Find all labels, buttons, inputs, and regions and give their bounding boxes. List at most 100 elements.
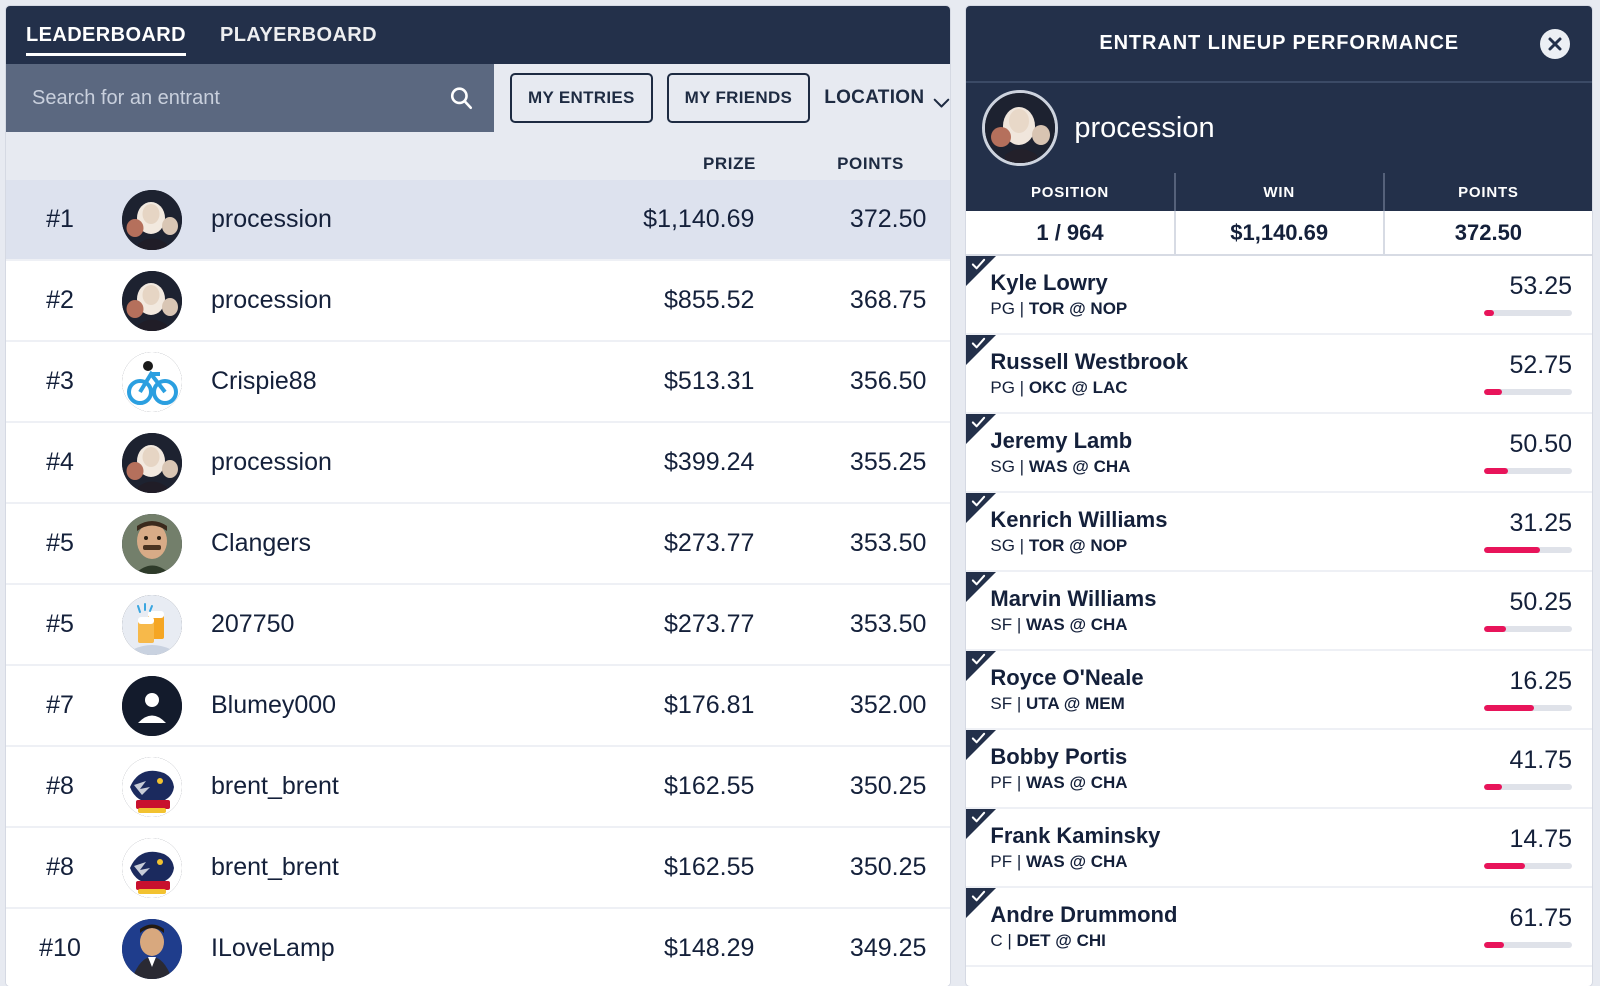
avatar-wrap [114, 270, 190, 331]
player-info: Kenrich Williams SG | TOR @ NOP [966, 507, 1392, 556]
check-icon [971, 573, 986, 588]
row-prize: $855.52 [664, 286, 755, 314]
avatar [122, 918, 182, 979]
table-row[interactable]: #5 Clangers $273.77 353.50 [6, 504, 951, 585]
table-row[interactable]: #8 brent_brent $162.55 350.25 [6, 747, 951, 828]
row-entrant-name[interactable]: brent_brent [190, 853, 540, 882]
row-entrant-name[interactable]: Crispie88 [190, 367, 540, 396]
player-matchup: TOR @ NOP [1028, 536, 1128, 556]
stat-header: POSITION [1030, 183, 1110, 201]
row-rank: #5 [46, 529, 74, 557]
table-row[interactable]: #4 procession $399.24 355.25 [6, 423, 951, 504]
row-points: 349.25 [849, 934, 927, 962]
avatar [122, 432, 182, 493]
lineup-player-row[interactable]: Russell Westbrook PG | OKC @ LAC 52.75 [966, 335, 1592, 414]
column-headers: PRIZE POINTS [6, 132, 951, 180]
my-entries-button[interactable]: MY ENTRIES [510, 73, 653, 123]
player-info: Andre Drummond C | DET @ CHI [966, 902, 1392, 951]
player-score-block: 53.25 [1392, 273, 1592, 316]
meta-separator: | [1012, 852, 1026, 872]
row-entrant-name[interactable]: brent_brent [190, 772, 540, 801]
search-filter-row: MY ENTRIES MY FRIENDS LOCATION [6, 64, 951, 132]
row-points: 350.25 [849, 772, 927, 800]
player-score-block: 41.75 [1392, 747, 1592, 790]
row-points: 355.25 [849, 448, 927, 476]
location-dropdown[interactable]: LOCATION [824, 87, 950, 109]
player-score-block: 50.50 [1392, 431, 1592, 474]
close-icon[interactable] [1540, 28, 1570, 59]
row-entrant-name[interactable]: ILoveLamp [190, 934, 540, 963]
lineup-player-row[interactable]: Frank Kaminsky PF | WAS @ CHA 14.75 [966, 809, 1592, 888]
row-entrant-name[interactable]: Blumey000 [190, 691, 540, 720]
leaderboard-panel: LEADERBOARD PLAYERBOARD MY ENTRIES MY FR… [6, 6, 951, 986]
row-prize: $162.55 [664, 853, 755, 881]
table-row[interactable]: #3 Crispie88 $513.31 356.50 [6, 342, 951, 423]
player-progress-fill [1484, 704, 1535, 711]
lineup-player-row[interactable]: Andre Drummond C | DET @ CHI 61.75 [966, 888, 1592, 967]
row-prize: $399.24 [664, 448, 755, 476]
check-icon [971, 494, 986, 509]
table-row[interactable]: #2 procession $855.52 368.75 [6, 261, 951, 342]
avatar-wrap [114, 918, 190, 979]
lineup-player-row[interactable]: Jeremy Lamb SG | WAS @ CHA 50.50 [966, 414, 1592, 493]
filter-buttons: MY ENTRIES MY FRIENDS LOCATION [494, 64, 950, 132]
player-matchup: WAS @ CHA [1028, 457, 1131, 477]
check-icon [971, 336, 986, 351]
player-name: Frank Kaminsky [990, 822, 1161, 848]
stat-value: $1,140.69 [1173, 211, 1383, 254]
avatar-wrap [114, 432, 190, 493]
player-position: C [990, 931, 1003, 951]
lineup-player-row[interactable]: Kyle Lowry PG | TOR @ NOP 53.25 [966, 256, 1592, 335]
leaderboard-rows: #1 procession $1,140.69 372.50 #2 procession $… [6, 180, 951, 986]
row-entrant-name[interactable]: procession [190, 448, 540, 477]
tab-bar: LEADERBOARD PLAYERBOARD [6, 6, 951, 64]
row-rank: #2 [46, 286, 74, 314]
player-score: 61.75 [1509, 903, 1572, 932]
stat-headers: POSITION WIN POINTS [966, 173, 1592, 211]
player-matchup: TOR @ NOP [1028, 299, 1128, 319]
row-entrant-name[interactable]: procession [190, 205, 540, 234]
player-info: Royce O'Neale SF | UTA @ MEM [966, 665, 1392, 714]
table-row[interactable]: #7 Blumey000 $176.81 352.00 [6, 666, 951, 747]
player-progress-fill [1484, 783, 1502, 790]
meta-separator: | [1002, 931, 1017, 951]
player-progress-fill [1484, 467, 1508, 474]
row-entrant-name[interactable]: 207750 [190, 610, 540, 639]
row-rank: #10 [39, 934, 81, 962]
table-row[interactable]: #5 207750 $273.77 353.50 [6, 585, 951, 666]
row-points: 353.50 [849, 610, 927, 638]
lineup-player-row[interactable]: Bobby Portis PF | WAS @ CHA 41.75 [966, 730, 1592, 809]
player-info: Kyle Lowry PG | TOR @ NOP [966, 270, 1392, 319]
search-box[interactable] [6, 64, 495, 132]
player-progress-track [1484, 862, 1572, 869]
row-prize: $513.31 [664, 367, 755, 395]
my-friends-button[interactable]: MY FRIENDS [666, 73, 811, 123]
player-progress-fill [1484, 862, 1526, 869]
tab-playerboard[interactable]: PLAYERBOARD [220, 6, 377, 64]
player-name: Kenrich Williams [990, 506, 1168, 532]
tab-leaderboard[interactable]: LEADERBOARD [26, 6, 186, 64]
lineup-player-row[interactable]: Kenrich Williams SG | TOR @ NOP 31.25 [966, 493, 1592, 572]
player-meta: SG | TOR @ NOP [990, 536, 1392, 556]
search-icon[interactable] [448, 85, 474, 111]
player-progress-track [1484, 309, 1572, 316]
lineup-panel-title: ENTRANT LINEUP PERFORMANCE [1099, 32, 1460, 54]
player-position: PG [990, 299, 1015, 319]
player-matchup: OKC @ LAC [1028, 378, 1128, 398]
player-position: PF [990, 852, 1013, 872]
row-entrant-name[interactable]: Clangers [190, 529, 540, 558]
player-info: Marvin Williams SF | WAS @ CHA [966, 586, 1392, 635]
table-row[interactable]: #1 procession $1,140.69 372.50 [6, 180, 951, 261]
table-row[interactable]: #8 brent_brent $162.55 350.25 [6, 828, 951, 909]
table-row[interactable]: #10 ILoveLamp $148.29 349.25 [6, 909, 951, 986]
entrant-lineup-panel: ENTRANT LINEUP PERFORMANCE procession PO… [966, 6, 1592, 986]
player-name: Marvin Williams [990, 585, 1157, 611]
meta-separator: | [1012, 773, 1026, 793]
search-input[interactable] [32, 86, 449, 110]
avatar [122, 594, 182, 655]
row-entrant-name[interactable]: procession [190, 286, 540, 315]
entrant-summary: procession [966, 83, 1592, 173]
row-rank: #8 [46, 853, 74, 881]
lineup-player-row[interactable]: Marvin Williams SF | WAS @ CHA 50.25 [966, 572, 1592, 651]
lineup-player-row[interactable]: Royce O'Neale SF | UTA @ MEM 16.25 [966, 651, 1592, 730]
